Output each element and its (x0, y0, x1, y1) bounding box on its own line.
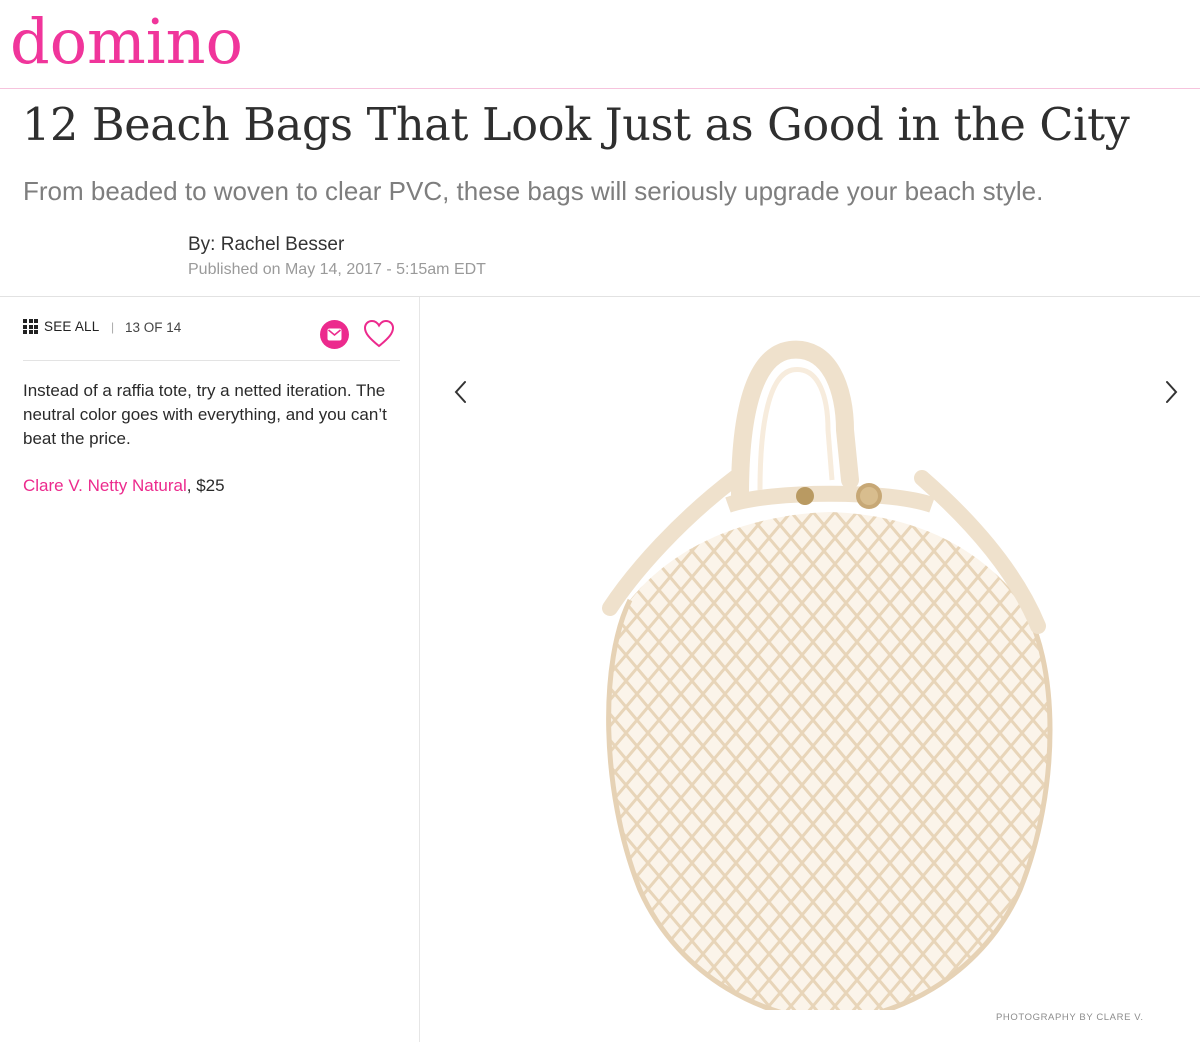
toolbar-separator: | (111, 320, 115, 334)
product-photo (560, 330, 1120, 1023)
grid-icon (23, 319, 38, 334)
gallery-toolbar: SEE ALL | 13 OF 14 (23, 316, 400, 361)
email-share-button[interactable] (320, 320, 349, 349)
site-logo[interactable]: domino (10, 6, 243, 78)
see-all-button[interactable]: SEE ALL (23, 319, 99, 334)
photo-credit: PHOTOGRAPHY BY CLARE V. (996, 1012, 1144, 1023)
chevron-right-icon (1166, 381, 1178, 403)
net-bag-image (602, 340, 1053, 1023)
chevron-left-icon (454, 381, 466, 403)
previous-slide-button[interactable] (450, 377, 474, 407)
article-dek: From beaded to woven to clear PVC, these… (23, 176, 1044, 206)
favorite-button[interactable] (363, 319, 395, 349)
see-all-label: SEE ALL (44, 319, 100, 334)
product-price: , $25 (186, 476, 225, 495)
article-publish-date: Published on May 14, 2017 - 5:15am EDT (188, 261, 486, 278)
article-byline: By: Rachel Besser (188, 234, 345, 255)
content-divider (0, 296, 1200, 297)
article-title: 12 Beach Bags That Look Just as Good in … (22, 100, 1130, 151)
next-slide-button[interactable] (1158, 377, 1182, 407)
column-divider (419, 297, 420, 1042)
email-icon (327, 328, 342, 341)
header-divider (0, 88, 1200, 89)
slide-caption: Instead of a raffia tote, try a netted i… (23, 381, 387, 448)
slide-counter: 13 OF 14 (125, 320, 182, 335)
product-line: Clare V. Netty Natural, $25 (23, 474, 225, 498)
heart-icon (363, 319, 395, 348)
product-link[interactable]: Clare V. Netty Natural (23, 476, 187, 495)
